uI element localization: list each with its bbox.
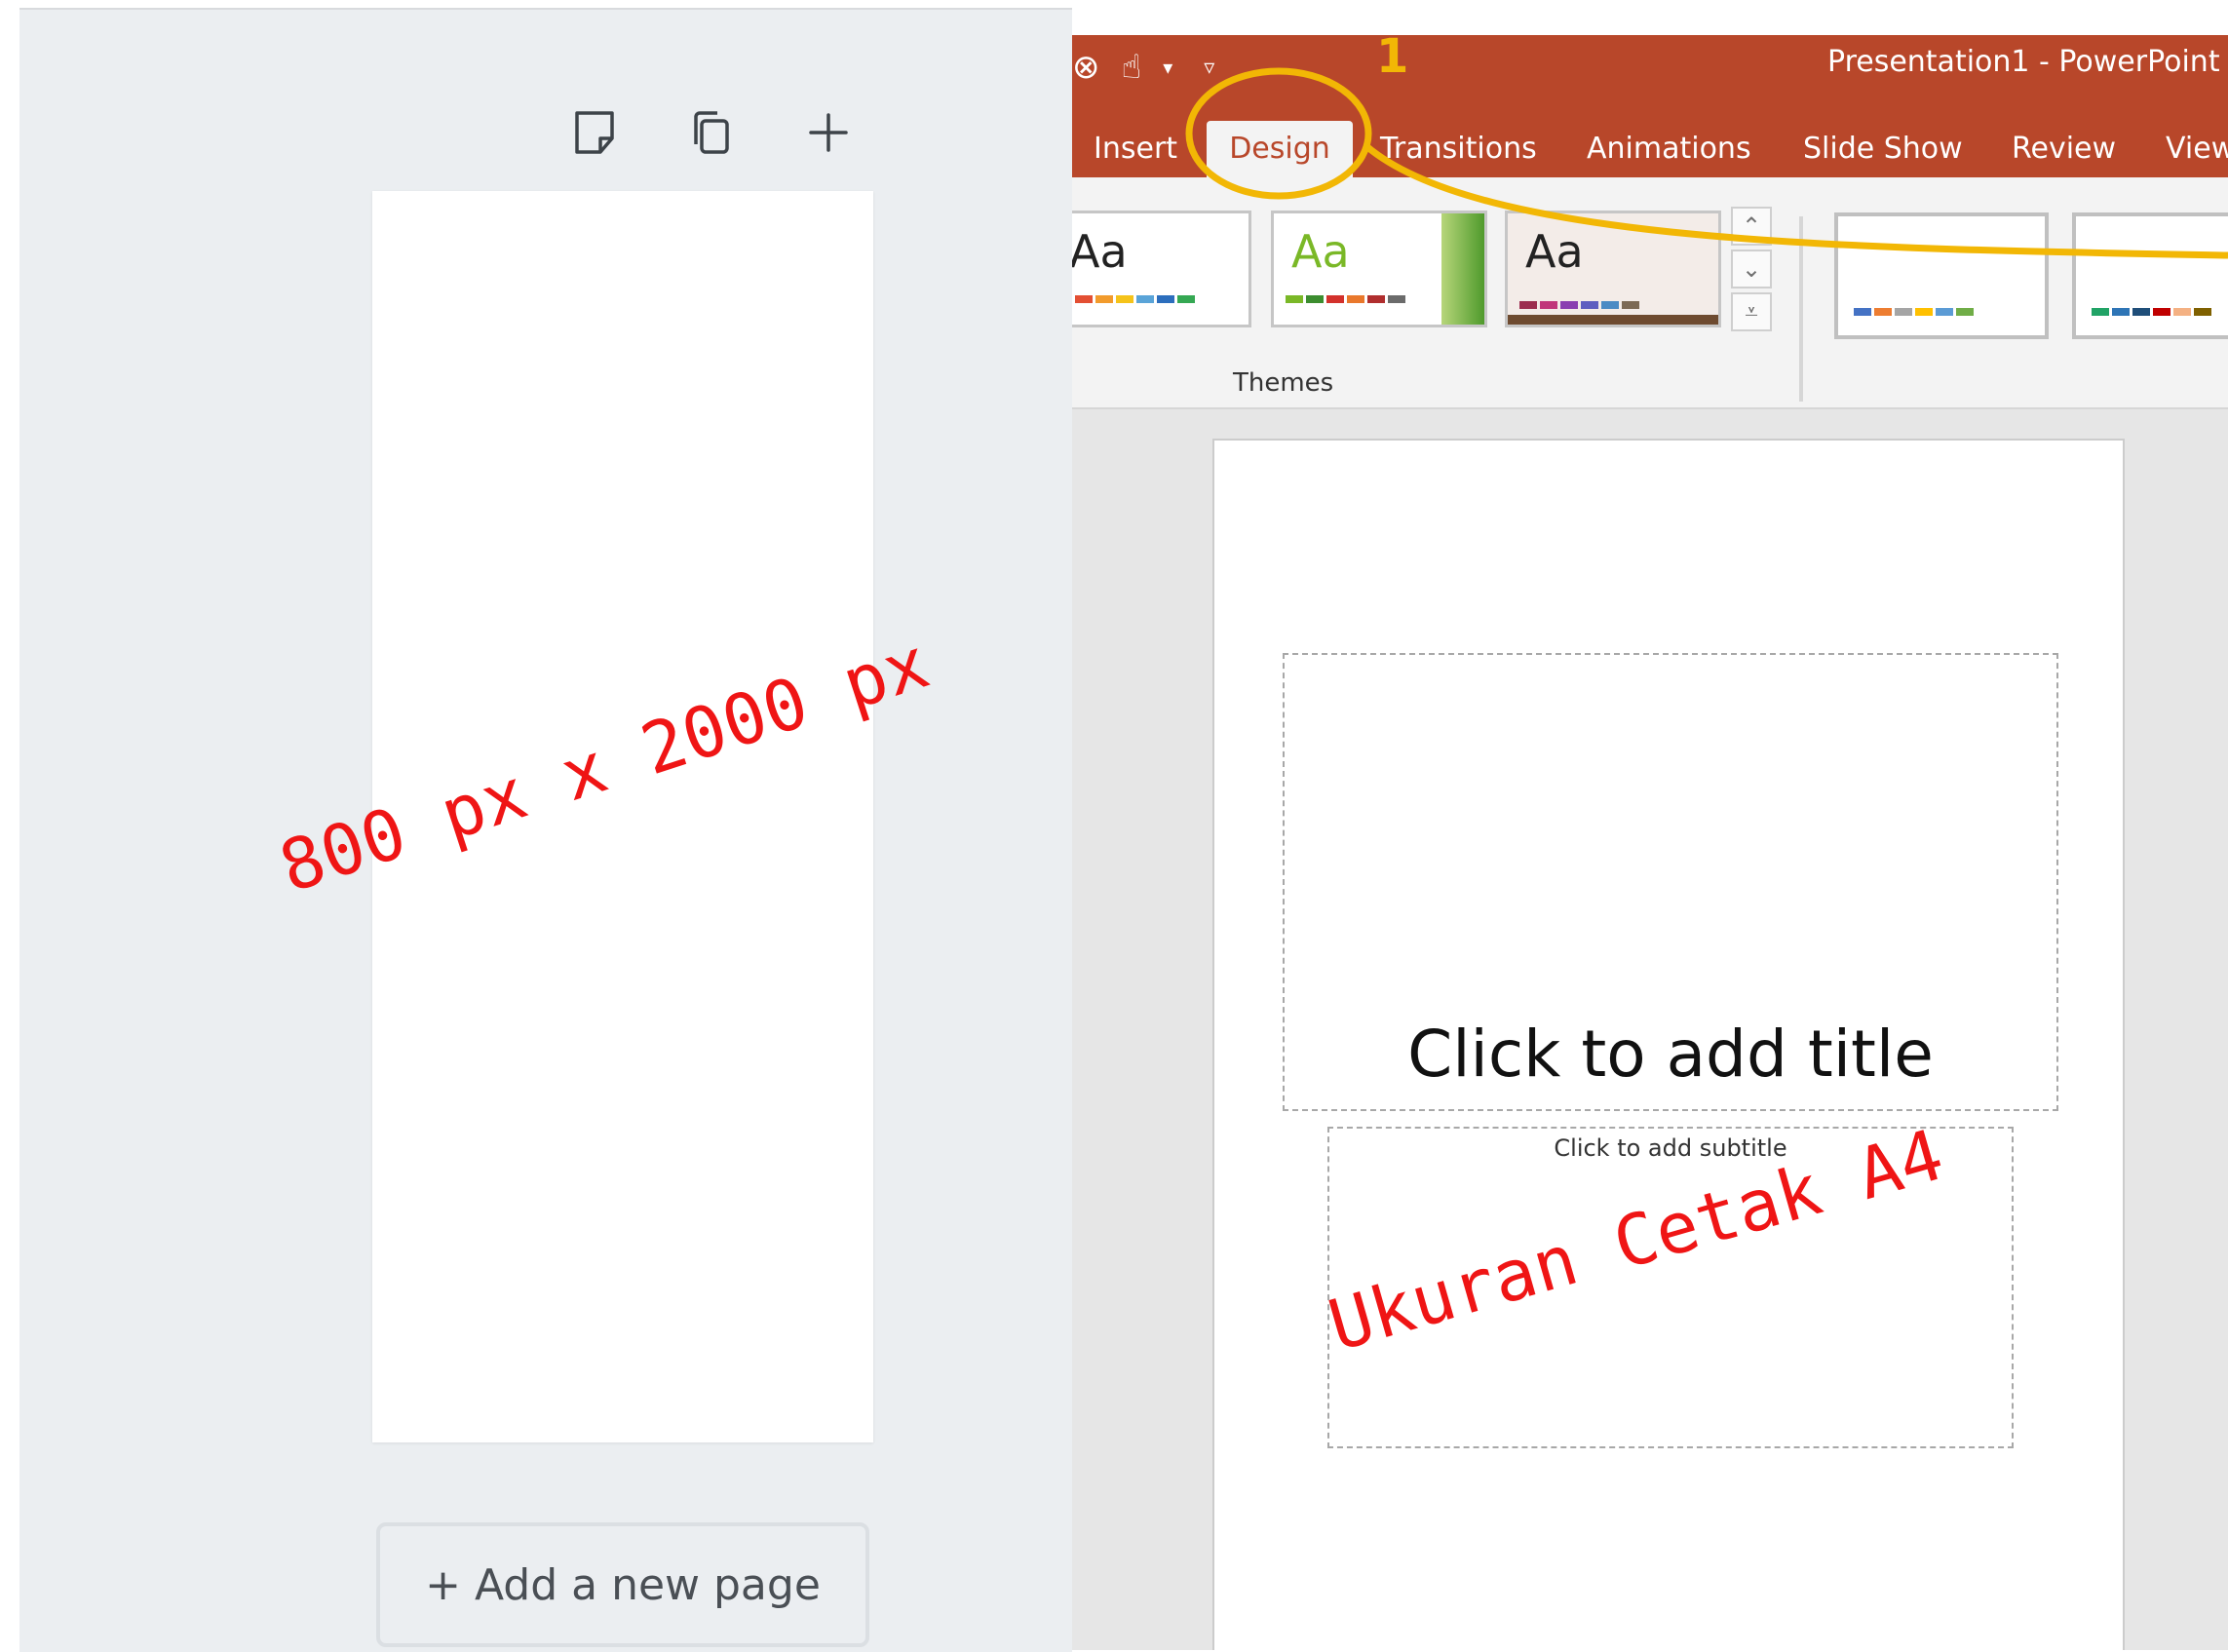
color-swatch (1388, 295, 1405, 303)
theme-sample-text: Aa (1291, 225, 1350, 278)
autosave-icon[interactable]: ⊗ (1072, 48, 1100, 87)
gallery-more-icon[interactable]: ⩡ (1731, 292, 1772, 331)
title-placeholder[interactable]: Click to add title (1283, 653, 2058, 1111)
color-swatch (1854, 308, 1871, 316)
color-swatch (1347, 295, 1364, 303)
theme-accent-stripe (1508, 315, 1718, 325)
theme-sample-text: Aa (1525, 225, 1584, 278)
color-swatch (2132, 308, 2150, 316)
color-swatch (1116, 295, 1133, 303)
theme-thumbnail-ion[interactable]: Aa (1505, 211, 1721, 327)
color-swatch (1136, 295, 1154, 303)
tab-review[interactable]: Review (2012, 121, 2116, 177)
color-swatch (1306, 295, 1324, 303)
gallery-up-icon[interactable]: ⌃ (1731, 207, 1772, 246)
color-swatch (2112, 308, 2130, 316)
theme-sample-text: Aa (1072, 225, 1128, 278)
canva-editor: + Add a new page (19, 8, 1072, 1652)
color-swatch (2173, 308, 2191, 316)
window-title: Presentation1 - PowerPoint (1827, 45, 2220, 79)
customize-qat-icon[interactable]: ▿ (1204, 56, 1214, 80)
gallery-down-icon[interactable]: ⌄ (1731, 250, 1772, 288)
touch-mode-icon[interactable]: ☝ (1122, 48, 1142, 87)
variant-thumbnail-1[interactable] (1834, 212, 2049, 339)
add-new-page-button[interactable]: + Add a new page (376, 1522, 869, 1647)
theme-color-swatches (1519, 301, 1639, 309)
color-swatch (1095, 295, 1113, 303)
color-swatch (1286, 295, 1303, 303)
color-swatch (1915, 308, 1933, 316)
color-swatch (1601, 301, 1619, 309)
ribbon-divider (1799, 216, 1803, 402)
tab-transitions[interactable]: Transitions (1380, 121, 1537, 177)
slide-canvas[interactable]: Click to add title Click to add subtitle (1212, 439, 2125, 1650)
color-swatch (2153, 308, 2170, 316)
add-page-icon[interactable] (797, 101, 860, 164)
tab-view[interactable]: View (2166, 121, 2228, 177)
theme-gallery-scroll: ⌃ ⌄ ⩡ (1731, 207, 1772, 335)
color-swatch (1874, 308, 1892, 316)
theme-thumbnail-office[interactable]: Aa (1072, 211, 1251, 327)
color-swatch (1540, 301, 1557, 309)
color-swatch (1936, 308, 1953, 316)
color-swatch (1326, 295, 1344, 303)
qat-separator: ▾ (1163, 56, 1173, 79)
color-swatch (1075, 295, 1093, 303)
color-swatch (2092, 308, 2109, 316)
tab-insert[interactable]: Insert (1094, 121, 1177, 177)
title-bar: ⊗ ☝ ▾ ▿ Presentation1 - PowerPoint Inser… (1072, 35, 2228, 177)
theme-color-swatches (1075, 295, 1195, 303)
design-ribbon: Aa Aa Aa ⌃ ⌄ ⩡ Themes (1072, 177, 2228, 409)
color-swatch (1581, 301, 1598, 309)
color-swatch (1519, 301, 1537, 309)
color-swatch (2194, 308, 2211, 316)
color-swatch (1157, 295, 1174, 303)
color-swatch (1177, 295, 1195, 303)
tab-slide-show[interactable]: Slide Show (1803, 121, 1963, 177)
tab-design[interactable]: Design (1207, 121, 1353, 177)
duplicate-page-icon[interactable] (680, 101, 743, 164)
variant-color-swatches (1854, 308, 1974, 316)
themes-group-label: Themes (1233, 368, 1334, 398)
theme-color-swatches (1286, 295, 1405, 303)
note-icon[interactable] (563, 101, 626, 164)
theme-thumbnail-facet[interactable]: Aa (1271, 211, 1487, 327)
tab-animations[interactable]: Animations (1587, 121, 1751, 177)
quick-access-toolbar: ⊗ ☝ ▾ ▿ (1072, 43, 1214, 92)
color-swatch (1560, 301, 1578, 309)
color-swatch (1895, 308, 1912, 316)
title-placeholder-text: Click to add title (1407, 1017, 1934, 1092)
color-swatch (1367, 295, 1385, 303)
variant-thumbnail-2[interactable] (2072, 212, 2228, 339)
variant-color-swatches (2092, 308, 2211, 316)
theme-accent-shape (1441, 213, 1484, 325)
step-number-label: 1 (1376, 29, 1409, 84)
color-swatch (1956, 308, 1974, 316)
powerpoint-window: ⊗ ☝ ▾ ▿ Presentation1 - PowerPoint Inser… (1072, 35, 2228, 1650)
color-swatch (1622, 301, 1639, 309)
